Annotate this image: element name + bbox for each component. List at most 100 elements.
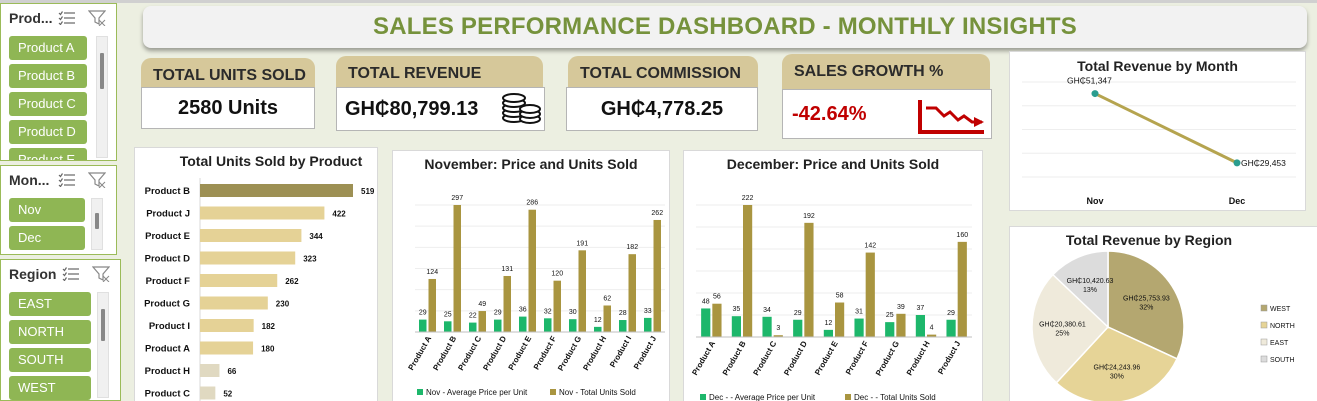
category-label: Product H [581,334,608,372]
units-data-label: 62 [603,295,611,302]
multi-select-icon[interactable] [60,265,82,283]
units-bar [743,205,753,337]
price-bar [544,318,552,332]
category-label: Product I [608,335,633,370]
price-bar [915,315,925,337]
price-bar [793,319,803,337]
slice-percent-label: 25% [1055,330,1069,337]
price-data-label: 35 [733,306,741,313]
slicer-item-product-e[interactable]: Product E [9,148,87,160]
clear-filter-icon[interactable] [86,9,108,27]
revenue-line [1094,92,1238,165]
units-data-label: 120 [551,271,563,278]
month-slicer-scroll-thumb[interactable] [95,213,99,229]
bar [200,341,254,355]
region-slicer-scrollbar[interactable] [97,292,109,398]
category-label: Product I [149,321,190,332]
category-label: Product J [632,335,658,371]
category-label: Product A [690,339,717,377]
multi-select-icon[interactable] [56,171,78,189]
units-bar [896,313,906,337]
category-label: Product F [844,339,871,376]
price-data-label: 29 [794,310,802,317]
slicer-item-north[interactable]: NORTH [9,320,91,344]
category-label: Dec [1229,196,1246,206]
data-label: 262 [285,277,299,286]
kpi-units-value: 2580 Units [141,87,315,129]
region-slicer-scroll-thumb[interactable] [101,309,105,341]
kpi-revenue-value: GH₵80,799.13 [345,97,479,120]
revenue-by-month-chart: GH₵51,347 Nov GH₵29,453 Dec [1022,76,1296,206]
legend-label: WEST [1270,306,1291,313]
slicer-item-product-b[interactable]: Product B [9,64,87,88]
category-label: Product C [751,339,778,377]
price-data-label: 34 [763,307,771,314]
units-bar [553,280,561,332]
multi-select-icon[interactable] [56,9,78,27]
slice-value-label: GH₵24,243.96 [1094,364,1141,372]
units-data-label: 131 [501,266,513,273]
units-data-label: 286 [526,200,538,207]
clear-filter-icon[interactable] [86,171,108,189]
slicer-item-product-c[interactable]: Product C [9,92,87,116]
product-slicer-title: Prod... [9,10,53,26]
price-data-label: 30 [569,309,577,316]
units-data-label: 124 [426,269,438,276]
category-label: Product D [782,339,809,377]
units-data-label: 39 [897,304,905,311]
sheet-top-strip [0,0,1317,3]
revenue-by-region-chart: GH₵25,753.93 32% GH₵24,243.96 30% GH₵20,380.… [1031,250,1295,401]
price-bar [762,316,772,337]
category-label: Product C [145,389,191,400]
units-bar [453,205,461,332]
december-chart: 4856 Product A 35 222 Product B 34 3 Product C 2… [690,195,972,401]
units-data-label: 262 [651,210,663,217]
clear-filter-icon[interactable] [90,265,112,283]
category-label: Product F [532,334,559,371]
data-label: 52 [223,390,232,399]
price-data-label: 12 [594,317,602,324]
slicer-item-east[interactable]: EAST [9,292,91,316]
month-slicer-scrollbar[interactable] [91,198,103,250]
units-bar [503,275,511,332]
slicer-item-nov[interactable]: Nov [9,198,85,222]
price-data-label: 31 [855,309,863,316]
product-slicer-scroll-thumb[interactable] [100,53,104,89]
legend-label: EAST [1270,340,1289,347]
kpi-growth-value: -42.64% [792,102,867,125]
slicer-item-south[interactable]: SOUTH [9,348,91,372]
legend-swatch [1260,338,1268,346]
data-label: 66 [227,367,236,376]
legend-label: NORTH [1270,323,1295,330]
price-bar [885,322,895,337]
slicer-item-product-d[interactable]: Product D [9,120,87,144]
units-data-label: 56 [713,294,721,301]
units-bar [478,311,486,332]
price-data-label: 29 [494,310,502,317]
price-bar [823,329,833,337]
revenue-by-month-panel: Total Revenue by Month GH₵51,347 Nov GH₵29… [1009,51,1306,211]
price-bar [701,308,711,337]
category-label: Product C [456,334,483,372]
units-data-label: 3 [776,325,780,332]
november-panel: November: Price and Units Sold 29 124 Prod… [392,150,670,401]
price-data-label: 36 [519,307,527,314]
slice-percent-label: 13% [1083,287,1097,294]
price-bar [731,316,741,337]
price-bar [469,322,477,332]
slicer-item-dec[interactable]: Dec [9,226,85,250]
slicer-item-product-a[interactable]: Product A [9,36,87,60]
legend-label-units: Dec - - Total Units Sold [854,393,936,401]
data-label: 519 [361,187,375,196]
legend-label: SOUTH [1270,357,1295,364]
price-data-label: 12 [825,320,833,327]
legend-label-units: Nov - Total Units Sold [559,388,636,397]
slicer-item-west[interactable]: WEST [9,376,91,400]
trend-down-icon [918,98,986,134]
price-bar [569,319,577,332]
product-slicer-scrollbar[interactable] [96,36,108,158]
data-label: 180 [261,345,275,354]
units-bar [957,241,967,337]
price-data-label: 33 [644,308,652,315]
units-data-label: 191 [576,240,588,247]
